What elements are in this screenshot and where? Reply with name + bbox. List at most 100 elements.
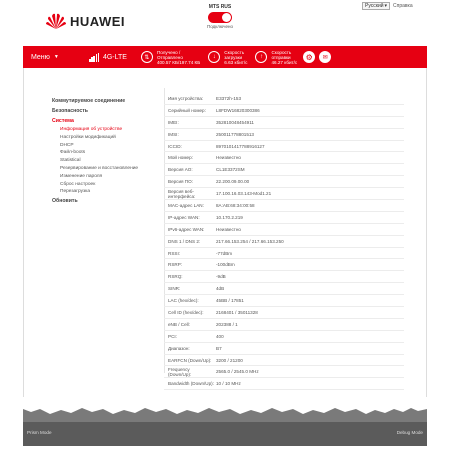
language-value: Русский (365, 3, 384, 9)
info-value: B7 (216, 345, 222, 351)
traffic-stat[interactable]: ⇅ Получено / Отправлено 400.57 КБ/197.74… (140, 50, 201, 65)
info-key: ICCID: (168, 143, 182, 149)
info-row: Bandwidth (Down/Up): 10 / 10 MHz (164, 378, 404, 391)
info-value: 22.200.09.00.00 (216, 179, 250, 185)
info-key: DNS 1 / DNS 2: (168, 238, 201, 244)
info-row: Имя устройства: E3372h-153 (164, 93, 404, 105)
info-row: EARFCN (Down/Up): 3200 / 21200 (164, 355, 404, 367)
top-bar: HUAWEI MTS RUS Подключено Русский ▾ Спра… (0, 0, 450, 46)
info-value: 8A:AB:68:34:00:58 (216, 202, 255, 208)
status-bar: Меню ▼ 4G-LTE ⇅ Получено / Отправлено 40… (23, 46, 427, 68)
info-row: IMSI: 250011778801513 (164, 129, 404, 141)
info-value: 17.100.16.03.143-Mod1.21 (216, 191, 272, 197)
info-key: IPv6-адрес WAN: (168, 226, 205, 232)
info-value: 2565.0 / 2545.0 MHz (216, 369, 259, 375)
info-key: EARFCN (Down/Up): (168, 357, 212, 363)
info-key: Имя устройства: (168, 95, 204, 101)
info-value: Неизвестно (216, 155, 241, 161)
info-value: 10 / 10 MHz (216, 381, 241, 387)
info-row: LAC (hex/dec): 45BB / 17851 (164, 295, 404, 308)
info-row: Frequency (Down/Up): 2565.0 / 2545.0 MHz (164, 366, 404, 379)
info-row: IP-адрес WAN: 10.170.2.219 (164, 212, 404, 224)
sidebar-item[interactable]: Перезагрузка (52, 188, 170, 196)
info-row: DNS 1 / DNS 2: 217.66.153.254 / 217.66.15… (164, 236, 404, 248)
info-key: Серийный номер: (168, 107, 206, 113)
toggle-knob (222, 13, 231, 22)
info-row: PCI: 400 (164, 331, 404, 343)
prism-mode-link[interactable]: Prism Mode (27, 430, 52, 435)
info-row: Версия ПО: 22.200.09.00.00 (164, 176, 404, 189)
help-link[interactable]: Справка (393, 3, 413, 9)
info-key: RSRQ: (168, 274, 183, 280)
menu-label: Меню (31, 53, 50, 61)
sidebar-item[interactable]: Коммутируемое соединение (52, 96, 170, 106)
brand-name: HUAWEI (70, 13, 125, 29)
menu-arrow-icon: ▼ (53, 54, 59, 60)
info-key: RSRP: (168, 262, 183, 268)
info-value: 4dB (216, 286, 225, 292)
info-value: 8970101417788916127 (216, 143, 265, 149)
info-key: SINR: (168, 286, 181, 292)
download-icon: ↓ (208, 51, 221, 63)
sidebar-item[interactable]: Информация об устройстве (52, 126, 170, 134)
upload-icon: ↑ (255, 51, 268, 63)
download-value: 6.63 кбит/с (224, 59, 248, 65)
language-area: Русский ▾ Справка (362, 2, 413, 10)
info-value: 352810048454911 (216, 119, 254, 125)
traffic-value: 400.57 КБ/197.74 КБ (156, 59, 201, 65)
info-row: IPv6-адрес WAN: Неизвестно (164, 224, 404, 236)
info-value: L8FDW16820300386 (216, 107, 260, 113)
huawei-logo: HUAWEI (46, 12, 125, 30)
sidebar-item[interactable]: Statistical (52, 157, 170, 165)
download-speed-stat: ↓ Скорость загрузки 6.63 кбит/с (208, 50, 247, 65)
info-value: E3372h-153 (216, 95, 242, 101)
info-value: -100dBm (216, 262, 235, 268)
traffic-icon: ⇅ (140, 51, 153, 63)
sidebar-item[interactable]: Настройки модификаций (52, 134, 170, 142)
info-value: 400 (216, 333, 224, 339)
info-row: RSRP: -100dBm (164, 259, 404, 272)
info-key: eNB / Cell: (168, 321, 190, 327)
info-key: Версия ПО: (168, 179, 193, 185)
info-value: 3200 / 21200 (216, 357, 243, 363)
sidebar-item[interactable]: Обновить (52, 196, 170, 206)
info-key: Мой номер: (168, 155, 193, 161)
info-key: Версия АО: (168, 167, 193, 173)
connection-status-text: Подключено (206, 24, 234, 29)
sidebar-item[interactable]: Изменение пароля (52, 173, 170, 181)
info-row: Диапазон: B7 (164, 343, 404, 355)
info-key: RSSI: (168, 250, 180, 256)
info-row: RSSI: -77dBm (164, 248, 404, 260)
language-select[interactable]: Русский ▾ (362, 2, 390, 10)
info-value: 250011778801513 (216, 131, 254, 137)
sidebar-item[interactable]: Резервирование и восстановление (52, 165, 170, 173)
info-row: IMEI: 352810048454911 (164, 117, 404, 129)
info-key: Bandwidth (Down/Up): (168, 381, 214, 387)
sidebar-item[interactable]: Файл-boots (52, 149, 170, 157)
info-value: 10.170.2.219 (216, 214, 243, 220)
info-row: SINR: 4dB (164, 283, 404, 296)
debug-mode-link[interactable]: Debug Mode (397, 430, 423, 435)
carrier-status: MTS RUS Подключено (200, 4, 240, 29)
info-row: MAC-адрес LAN: 8A:AB:68:34:00:58 (164, 200, 404, 212)
info-row: Cell ID (hex/dec): 2168401 / 35011328 (164, 307, 404, 319)
info-row: Версия веб-интерфейса: 17.100.16.03.143-M… (164, 188, 404, 201)
footer-bar: Prism Mode Debug Mode (23, 422, 427, 446)
menu-button[interactable]: Меню ▼ (31, 54, 85, 61)
info-value: 45BB / 17851 (216, 298, 244, 304)
connection-toggle[interactable] (208, 12, 232, 23)
gear-icon[interactable]: ⚙ (303, 51, 316, 63)
sidebar-item[interactable]: DHCP (52, 142, 170, 150)
sidebar-item[interactable]: Безопасность (52, 106, 170, 116)
mail-icon[interactable]: ✉ (319, 51, 332, 63)
device-info-table: Имя устройства: E3372h-153 Серийный номер:… (164, 93, 404, 391)
info-key: IP-адрес WAN: (168, 214, 200, 220)
info-row: eNB / Cell: 202388 / 1 (164, 319, 404, 331)
network-type: 4G-LTE (102, 53, 127, 61)
upload-value: 46.27 кбит/с (271, 59, 298, 65)
info-value: -9dB (216, 274, 226, 280)
info-row: ICCID: 8970101417788916127 (164, 141, 404, 153)
info-key: IMSI: (168, 131, 179, 137)
sidebar-item[interactable]: Система (52, 116, 170, 126)
sidebar-item[interactable]: Сброс настроек (52, 181, 170, 189)
